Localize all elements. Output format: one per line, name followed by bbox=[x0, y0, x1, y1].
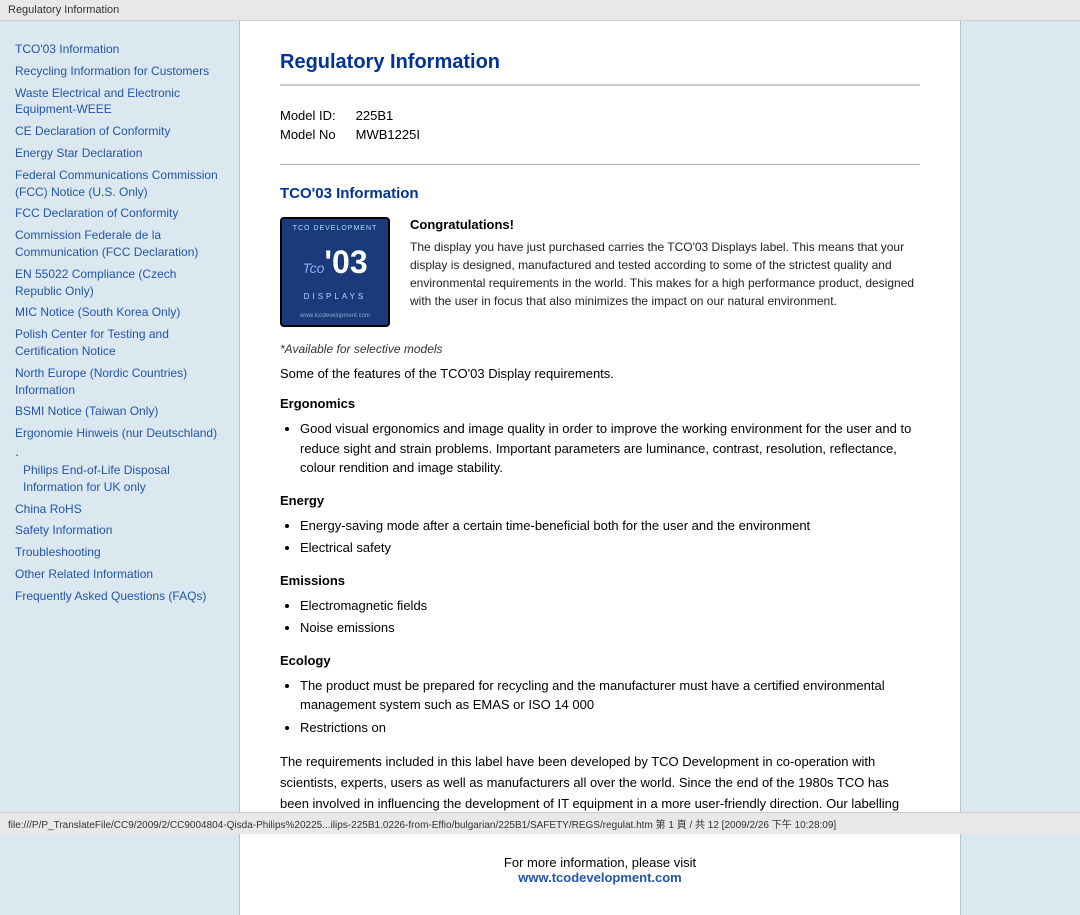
sidebar-link-weee[interactable]: Waste Electrical and Electronic Equipmen… bbox=[15, 85, 224, 119]
main-content: Regulatory Information Model ID: 225B1 M… bbox=[240, 21, 960, 915]
tco-number: '03 bbox=[324, 244, 367, 281]
title-bar: Regulatory Information bbox=[0, 0, 1080, 21]
sidebar-link-fcc[interactable]: Federal Communications Commission (FCC) … bbox=[15, 167, 224, 201]
ecology-list: The product must be prepared for recycli… bbox=[300, 676, 920, 738]
sidebar-link-troubleshoot[interactable]: Troubleshooting bbox=[15, 544, 224, 561]
energy-item-1: Energy-saving mode after a certain time-… bbox=[300, 516, 920, 536]
tco-dev-text: TCO development bbox=[293, 225, 378, 232]
sidebar-link-en55022[interactable]: EN 55022 Compliance (Czech Republic Only… bbox=[15, 266, 224, 300]
sidebar-link-tco03[interactable]: TCO'03 Information bbox=[15, 41, 224, 58]
sidebar-link-safety[interactable]: Safety Information bbox=[15, 522, 224, 539]
congrats-title: Congratulations! bbox=[410, 217, 920, 232]
tco-box: TCO development Tco '03 DISPLAYS www.tco… bbox=[280, 217, 920, 327]
ecology-title: Ecology bbox=[280, 653, 920, 668]
footer-link[interactable]: www.tcodevelopment.com bbox=[518, 870, 682, 885]
sidebar-link-bsmi[interactable]: BSMI Notice (Taiwan Only) bbox=[15, 403, 224, 420]
right-panel bbox=[960, 21, 1080, 915]
title-bar-text: Regulatory Information bbox=[0, 0, 1080, 21]
ergonomics-title: Ergonomics bbox=[280, 396, 920, 411]
sidebar-link-ce[interactable]: CE Declaration of Conformity bbox=[15, 123, 224, 140]
sidebar-link-energy-star[interactable]: Energy Star Declaration bbox=[15, 145, 224, 162]
sidebar-link-comm-fed[interactable]: Commission Federale de la Communication … bbox=[15, 227, 224, 261]
sidebar-link-china-rohs[interactable]: China RoHS bbox=[15, 501, 224, 518]
tco-displays-text: DISPLAYS bbox=[304, 292, 367, 301]
sidebar-link-ergonomie[interactable]: Ergonomie Hinweis (nur Deutschland) bbox=[15, 425, 224, 442]
footer-text: For more information, please visit bbox=[504, 855, 696, 870]
tco-logo: TCO development Tco '03 DISPLAYS www.tco… bbox=[280, 217, 390, 327]
italic-note: *Available for selective models bbox=[280, 342, 920, 356]
congrats-text: The display you have just purchased carr… bbox=[410, 238, 920, 310]
sidebar: TCO'03 Information Recycling Information … bbox=[0, 21, 240, 915]
model-id-value: 225B1 bbox=[356, 106, 440, 125]
tco-text-block: Congratulations! The display you have ju… bbox=[410, 217, 920, 327]
ecology-item-1: The product must be prepared for recycli… bbox=[300, 676, 920, 715]
features-text: Some of the features of the TCO'03 Displ… bbox=[280, 366, 920, 381]
tco-apostrophe: Tco bbox=[302, 260, 324, 276]
model-no-value: MWB1225I bbox=[356, 125, 440, 144]
sidebar-link-polish[interactable]: Polish Center for Testing and Certificat… bbox=[15, 326, 224, 360]
energy-item-2: Electrical safety bbox=[300, 538, 920, 558]
emissions-item-2: Noise emissions bbox=[300, 618, 920, 638]
status-bar: file:///P/P_TranslateFile/CC9/2009/2/CC9… bbox=[0, 812, 1080, 834]
sidebar-link-other[interactable]: Other Related Information bbox=[15, 566, 224, 583]
footer: For more information, please visit www.t… bbox=[280, 855, 920, 885]
divider bbox=[280, 164, 920, 165]
emissions-title: Emissions bbox=[280, 573, 920, 588]
energy-title: Energy bbox=[280, 493, 920, 508]
ecology-item-2: Restrictions on bbox=[300, 718, 920, 738]
sidebar-link-north-europe[interactable]: North Europe (Nordic Countries) Informat… bbox=[15, 365, 224, 399]
model-info: Model ID: 225B1 Model No MWB1225I bbox=[280, 106, 920, 144]
sidebar-link-mic[interactable]: MIC Notice (South Korea Only) bbox=[15, 304, 224, 321]
tco03-section-title: TCO'03 Information bbox=[280, 185, 920, 202]
sidebar-link-philips[interactable]: Philips End-of-Life Disposal Information… bbox=[23, 462, 224, 496]
ergonomics-item-1: Good visual ergonomics and image quality… bbox=[300, 419, 920, 478]
sidebar-link-faqs[interactable]: Frequently Asked Questions (FAQs) bbox=[15, 588, 224, 605]
page-title: Regulatory Information bbox=[280, 51, 920, 86]
sidebar-link-fcc-decl[interactable]: FCC Declaration of Conformity bbox=[15, 205, 224, 222]
tco-website-text: www.tcodevelopment.com bbox=[300, 313, 370, 319]
model-id-label: Model ID: bbox=[280, 106, 356, 125]
model-no-label: Model No bbox=[280, 125, 356, 144]
emissions-list: Electromagnetic fields Noise emissions bbox=[300, 596, 920, 638]
emissions-item-1: Electromagnetic fields bbox=[300, 596, 920, 616]
sidebar-link-recycling[interactable]: Recycling Information for Customers bbox=[15, 63, 224, 80]
energy-list: Energy-saving mode after a certain time-… bbox=[300, 516, 920, 558]
ergonomics-list: Good visual ergonomics and image quality… bbox=[300, 419, 920, 478]
